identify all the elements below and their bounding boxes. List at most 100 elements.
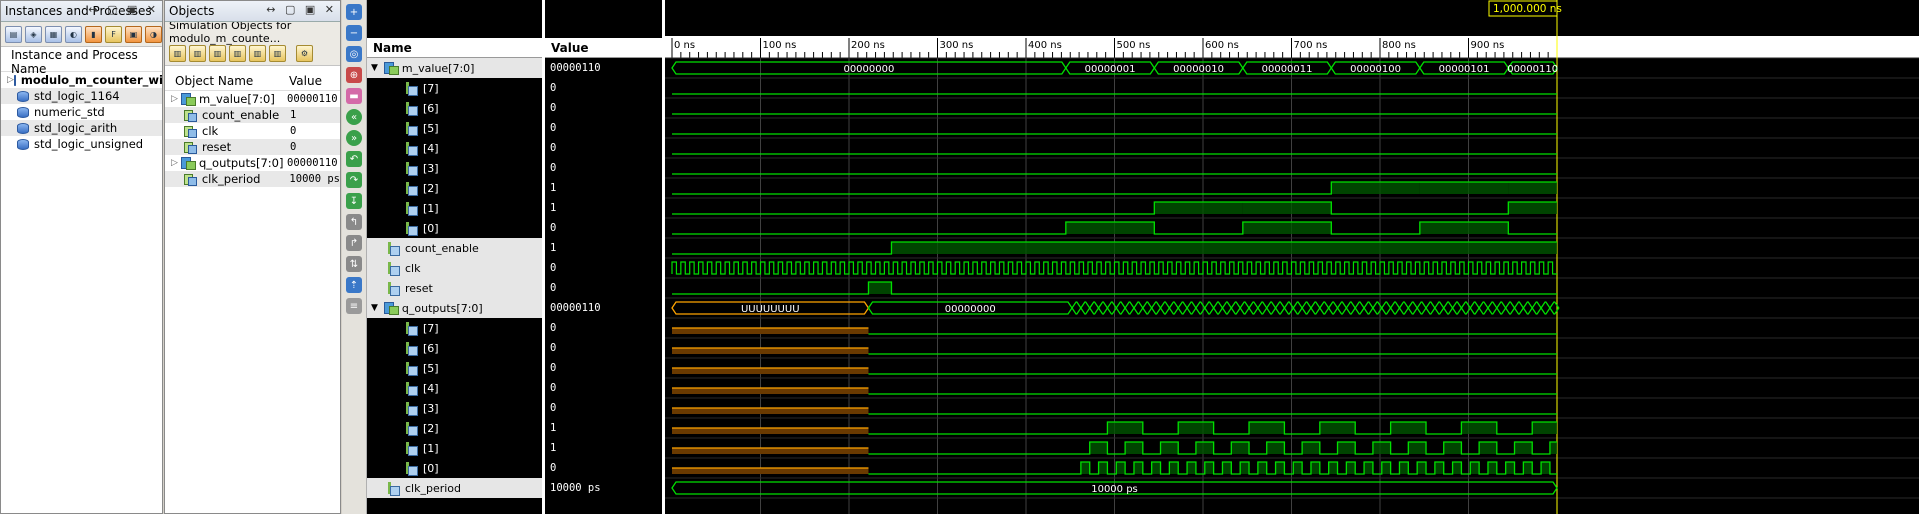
database-icon (17, 138, 29, 150)
signal-row[interactable]: [3] (367, 158, 542, 178)
signal-row[interactable]: [7] (367, 78, 542, 98)
previous-marker-icon[interactable]: ↰ (346, 214, 362, 230)
goto-cursor-icon[interactable]: ⊕ (346, 67, 362, 83)
waveform-canvas[interactable]: 0 ns 100 ns 200 ns 300 ns 400 ns 500 ns 600 ns… (665, 0, 1919, 514)
signal-row[interactable]: clk_period (367, 478, 542, 498)
tree-item[interactable]: numeric_std (1, 104, 162, 120)
function-icon[interactable]: F (105, 25, 122, 43)
add-marker-icon[interactable]: ↧ (346, 193, 362, 209)
signal-row[interactable]: [3] (367, 398, 542, 418)
high-fill (1178, 422, 1214, 434)
signal-value: 0 (550, 462, 557, 474)
settings-icon[interactable]: ⚙ (296, 44, 313, 62)
bus-segment (1345, 301, 1357, 315)
high-fill (1508, 182, 1557, 194)
object-row[interactable]: clk 0 (165, 123, 340, 139)
filter-icon[interactable]: ▥ (209, 44, 226, 62)
signal-row[interactable]: [4] (367, 138, 542, 158)
object-row[interactable]: count_enable 1 (165, 107, 340, 123)
bus-segment (1442, 301, 1454, 315)
signal-name: [6] (423, 341, 439, 355)
tool-icon[interactable]: ▤ (5, 25, 22, 43)
ruler-label: 0 ns (674, 40, 695, 51)
tree-item[interactable]: std_logic_unsigned (1, 136, 162, 152)
filter-icon[interactable]: ▥ (249, 44, 266, 62)
signal-row[interactable]: [2] (367, 418, 542, 438)
filter-icon[interactable]: ▥ (169, 44, 186, 62)
object-row[interactable]: ▷ q_outputs[7:0] 00000110 (165, 155, 340, 171)
signal-row[interactable]: [4] (367, 378, 542, 398)
object-row[interactable]: clk_period 10000 ps (165, 171, 340, 187)
collapse-icon[interactable]: ▼ (371, 303, 378, 313)
high-fill (1319, 422, 1356, 434)
panel-window-controls[interactable]: ↔ ▢ ▣ ✕ (88, 3, 159, 16)
signal-row[interactable]: ▼ m_value[7:0] (367, 58, 542, 78)
go-to-end-icon[interactable]: » (346, 130, 362, 146)
undefined-fill (672, 328, 869, 334)
tree-item[interactable]: std_logic_arith (1, 120, 162, 136)
zoom-in-icon[interactable]: + (346, 4, 362, 20)
previous-transition-icon[interactable]: ↶ (346, 151, 362, 167)
snap-to-transition-icon[interactable]: ⇡ (346, 277, 362, 293)
high-fill (1222, 462, 1232, 474)
floating-ruler-icon[interactable]: ≡ (346, 298, 362, 314)
expand-icon[interactable]: ▷ (7, 75, 14, 85)
tool-icon[interactable]: ◐ (65, 25, 82, 43)
next-marker-icon[interactable]: ↱ (346, 235, 362, 251)
high-fill (1399, 462, 1409, 474)
high-fill (1337, 442, 1356, 454)
signal-icon (405, 101, 418, 116)
undefined-fill (672, 448, 869, 454)
objects-panel: Objects ↔ ▢ ▣ ✕ Simulation Objects for m… (164, 0, 341, 514)
zoom-fit-icon[interactable]: ◎ (346, 46, 362, 62)
ruler-label: 500 ns (1117, 40, 1151, 51)
signal-icon (405, 181, 418, 196)
marker-icon[interactable]: ▬ (346, 88, 362, 104)
swap-cursors-icon[interactable]: ⇅ (346, 256, 362, 272)
object-row[interactable]: reset 0 (165, 139, 340, 155)
filter-icon[interactable]: ▥ (269, 44, 286, 62)
signal-name: [0] (423, 221, 439, 235)
signal-row[interactable]: ▼ q_outputs[7:0] (367, 298, 542, 318)
signal-name: m_value[7:0] (401, 61, 475, 75)
signal-row[interactable]: [1] (367, 438, 542, 458)
filter-icon[interactable]: ▥ (229, 44, 246, 62)
bus-icon (383, 62, 399, 75)
undefined-fill (672, 388, 869, 394)
signal-row[interactable]: [5] (367, 358, 542, 378)
tool-icon[interactable]: ▦ (45, 25, 62, 43)
signal-row[interactable]: [5] (367, 118, 542, 138)
signal-row[interactable]: [0] (367, 218, 542, 238)
object-row[interactable]: ▷ m_value[7:0] 00000110 (165, 91, 340, 107)
collapse-icon[interactable]: ▼ (371, 63, 378, 73)
signal-row[interactable]: [2] (367, 178, 542, 198)
signal-icon (387, 241, 400, 256)
tree-item[interactable]: ▷modulo_m_counter_with_syn (1, 72, 162, 88)
signal-row[interactable]: [6] (367, 338, 542, 358)
go-to-start-icon[interactable]: « (346, 109, 362, 125)
panel-window-controls[interactable]: ↔ ▢ ▣ ✕ (266, 3, 337, 16)
signal-row[interactable]: clk (367, 258, 542, 278)
signal-row[interactable]: [1] (367, 198, 542, 218)
next-transition-icon[interactable]: ↷ (346, 172, 362, 188)
filter-icon[interactable]: ▥ (189, 44, 206, 62)
high-fill (1133, 462, 1143, 474)
tool-icon[interactable]: ◈ (25, 25, 42, 43)
tool-icon[interactable]: ▣ (125, 25, 142, 43)
tool-icon[interactable]: ▮ (85, 25, 102, 43)
bus-icon (181, 157, 196, 170)
tree-item[interactable]: std_logic_1164 (1, 88, 162, 104)
expand-icon[interactable]: ▷ (165, 94, 181, 104)
bus-segment (1274, 301, 1286, 315)
signal-row[interactable]: [6] (367, 98, 542, 118)
signal-icon (387, 481, 400, 496)
bus-segment (1496, 301, 1507, 315)
signal-row[interactable]: reset (367, 278, 542, 298)
high-fill (1470, 462, 1480, 474)
expand-icon[interactable]: ▷ (165, 158, 181, 168)
zoom-out-icon[interactable]: − (346, 25, 362, 41)
signal-row[interactable]: [7] (367, 318, 542, 338)
tool-icon[interactable]: ◑ (145, 25, 162, 43)
signal-row[interactable]: [0] (367, 458, 542, 478)
signal-row[interactable]: count_enable (367, 238, 542, 258)
